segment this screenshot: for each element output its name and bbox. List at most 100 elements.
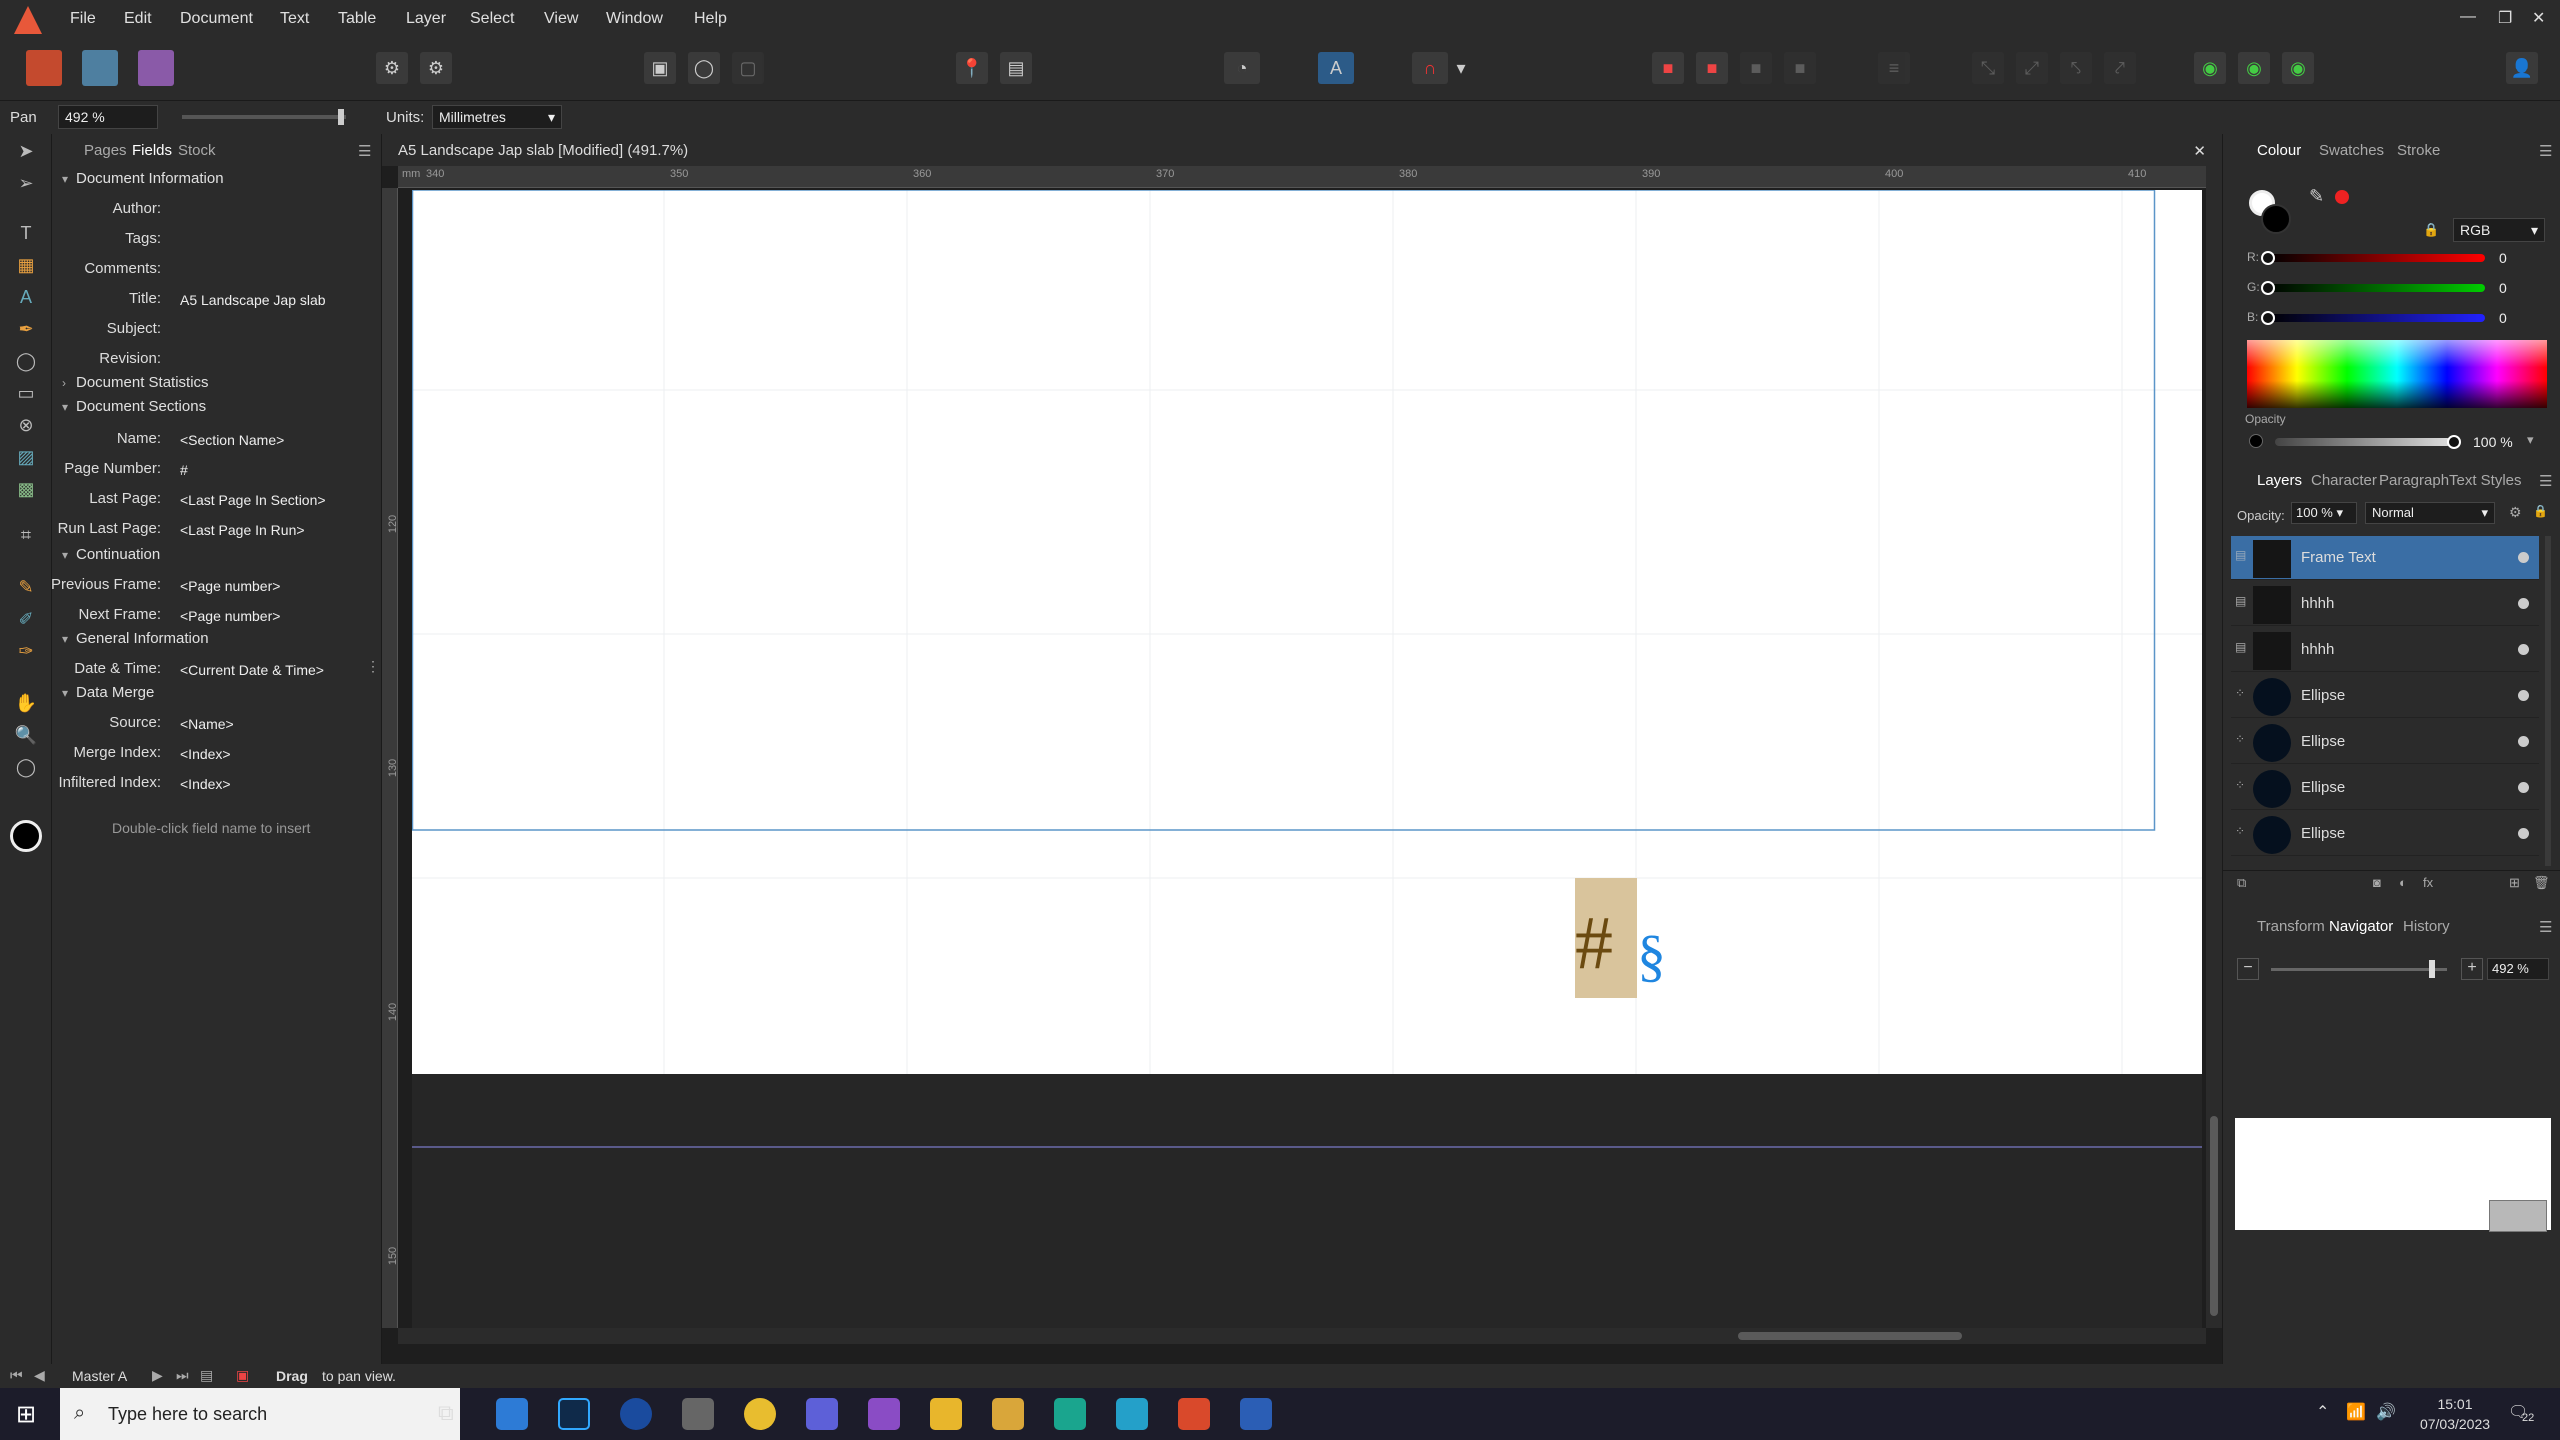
arrange-front-icon[interactable]: ■ xyxy=(1696,52,1728,84)
menu-window[interactable]: Window xyxy=(606,10,663,28)
fill-swatch[interactable] xyxy=(2261,204,2291,234)
layer-visibility-icon[interactable] xyxy=(2518,828,2529,839)
gear-icon[interactable]: ⚙ xyxy=(2509,504,2522,521)
field-run-last-page-label[interactable]: Run Last Page: xyxy=(58,520,161,537)
settings-icon[interactable]: ⚙ xyxy=(376,52,408,84)
photoshop-icon[interactable] xyxy=(558,1398,590,1430)
field-author-label[interactable]: Author: xyxy=(113,200,161,217)
ellipse-tool-icon[interactable]: ◯ xyxy=(13,348,39,374)
frame-icon[interactable]: ▤ xyxy=(1000,52,1032,84)
panel-menu-icon[interactable]: ☰ xyxy=(2539,142,2552,160)
publisher-persona-icon[interactable] xyxy=(26,50,62,86)
pan-tool-icon[interactable]: ✋ xyxy=(13,690,39,716)
units-select[interactable]: Millimetres ▾ xyxy=(432,105,562,129)
field-subject-label[interactable]: Subject: xyxy=(107,320,161,337)
red-slider-handle[interactable] xyxy=(2261,251,2275,265)
mask-icon[interactable]: ◙ xyxy=(2373,875,2381,890)
section-document-information[interactable]: ▾ Document Information xyxy=(62,170,224,187)
photo-persona-icon[interactable] xyxy=(82,50,118,86)
tab-transform[interactable]: Transform xyxy=(2257,918,2325,935)
text-frame-outline[interactable] xyxy=(412,190,2156,831)
blue-slider[interactable] xyxy=(2267,314,2485,322)
green-slider[interactable] xyxy=(2267,284,2485,292)
layer-row[interactable]: ▤ hhhh xyxy=(2231,582,2539,626)
move-tool-icon[interactable]: ➤ xyxy=(13,138,39,164)
field-page-number-label[interactable]: Page Number: xyxy=(64,460,161,477)
next-page-icon[interactable]: ▶ xyxy=(152,1367,163,1384)
color-model-select[interactable]: RGB ▾ xyxy=(2453,218,2545,242)
opacity-value[interactable]: 100 % xyxy=(2473,434,2513,450)
field-last-page-label[interactable]: Last Page: xyxy=(89,490,161,507)
paper-plane-icon[interactable] xyxy=(682,1398,714,1430)
arrange-icon[interactable]: ■ xyxy=(1740,52,1772,84)
section-document-sections[interactable]: ▾ Document Sections xyxy=(62,398,206,415)
prev-page-icon[interactable]: ◀ xyxy=(34,1367,45,1384)
field-infiltered-index-label[interactable]: Infiltered Index: xyxy=(58,774,161,791)
field-section-name-label[interactable]: Name: xyxy=(117,430,161,447)
adjustment-icon[interactable]: ◐ xyxy=(2399,875,2407,890)
vertical-scrollbar[interactable] xyxy=(2206,166,2222,1328)
fill-swatch[interactable] xyxy=(10,820,42,852)
preflight-icon[interactable]: ◔ xyxy=(1224,52,1260,84)
tab-fields[interactable]: Fields xyxy=(132,142,172,159)
preflight-status-icon[interactable]: ▣ xyxy=(236,1367,249,1384)
layer-row[interactable]: ▤ Frame Text xyxy=(2231,536,2539,580)
menu-help[interactable]: Help xyxy=(694,10,727,28)
layer-visibility-icon[interactable] xyxy=(2518,552,2529,563)
view-mode-icon[interactable]: ◯ xyxy=(688,52,720,84)
file-explorer-icon[interactable] xyxy=(930,1398,962,1430)
clock-time[interactable]: 15:01 xyxy=(2420,1396,2490,1412)
scrollbar-thumb[interactable] xyxy=(2210,1116,2218,1316)
tab-colour[interactable]: Colour xyxy=(2257,142,2301,159)
zoom-in-button[interactable]: + xyxy=(2461,958,2483,980)
page-icon[interactable]: ▤ xyxy=(200,1367,213,1384)
onepassword-icon[interactable] xyxy=(620,1398,652,1430)
layer-visibility-icon[interactable] xyxy=(2518,644,2529,655)
assistant-icon[interactable]: ◉ xyxy=(2194,52,2226,84)
tab-navigator[interactable]: Navigator xyxy=(2329,918,2393,935)
tab-text-styles[interactable]: Text Styles xyxy=(2449,472,2522,489)
layer-row[interactable]: ⁘ Ellipse xyxy=(2231,674,2539,718)
view-mode-icon[interactable]: ▣ xyxy=(644,52,676,84)
field-previous-frame-label[interactable]: Previous Frame: xyxy=(51,576,161,593)
transform-icon[interactable]: ⤡ xyxy=(1972,52,2004,84)
field-date-time-label[interactable]: Date & Time: xyxy=(74,660,161,677)
section-data-merge[interactable]: ▾ Data Merge xyxy=(62,684,154,701)
field-tags-label[interactable]: Tags: xyxy=(125,230,161,247)
frame-text-tool-icon[interactable]: T xyxy=(13,220,39,246)
affinity-publisher-icon[interactable] xyxy=(1178,1398,1210,1430)
fill-tool-icon[interactable]: ✎ xyxy=(13,574,39,600)
opacity-slider-handle[interactable] xyxy=(2447,435,2461,449)
pen-tool-icon[interactable]: ✒ xyxy=(13,316,39,342)
arrange-icon[interactable]: ■ xyxy=(1784,52,1816,84)
navigator-zoom-slider[interactable] xyxy=(2271,968,2447,971)
document-page[interactable]: # § xyxy=(412,190,2202,1074)
wifi-icon[interactable]: 📶 xyxy=(2346,1402,2366,1422)
transform-icon[interactable]: ⤣ xyxy=(2060,52,2092,84)
layer-row[interactable]: ⁘ Ellipse xyxy=(2231,766,2539,810)
field-merge-index-label[interactable]: Merge Index: xyxy=(73,744,161,761)
menu-table[interactable]: Table xyxy=(338,10,376,28)
menu-file[interactable]: File xyxy=(70,10,96,28)
layer-visibility-icon[interactable] xyxy=(2518,690,2529,701)
tab-paragraph[interactable]: Paragraph xyxy=(2379,472,2449,489)
layer-visibility-icon[interactable] xyxy=(2518,782,2529,793)
zoom-input[interactable]: 492 % xyxy=(58,105,158,129)
lock-icon[interactable]: 🔒 xyxy=(2533,504,2548,518)
layers-scrollbar[interactable] xyxy=(2545,536,2551,866)
close-document-icon[interactable]: ✕ xyxy=(2193,142,2206,160)
task-view-icon[interactable]: ⧉ xyxy=(438,1400,454,1426)
assistant-icon[interactable]: ◉ xyxy=(2282,52,2314,84)
volume-icon[interactable]: 🔊 xyxy=(2376,1402,2396,1422)
field-revision-label[interactable]: Revision: xyxy=(99,350,161,367)
menu-text[interactable]: Text xyxy=(280,10,309,28)
layer-visibility-icon[interactable] xyxy=(2518,736,2529,747)
windows-start-icon[interactable]: ⊞ xyxy=(16,1400,36,1429)
field-title-label[interactable]: Title: xyxy=(129,290,161,307)
tab-character[interactable]: Character xyxy=(2311,472,2377,489)
crop-tool-icon[interactable]: ⌗ xyxy=(13,522,39,548)
tab-stroke[interactable]: Stroke xyxy=(2397,142,2440,159)
app-icon[interactable] xyxy=(992,1398,1024,1430)
zoom-slider-handle[interactable] xyxy=(338,109,344,125)
more-options-icon[interactable]: ⋮ xyxy=(366,658,380,675)
